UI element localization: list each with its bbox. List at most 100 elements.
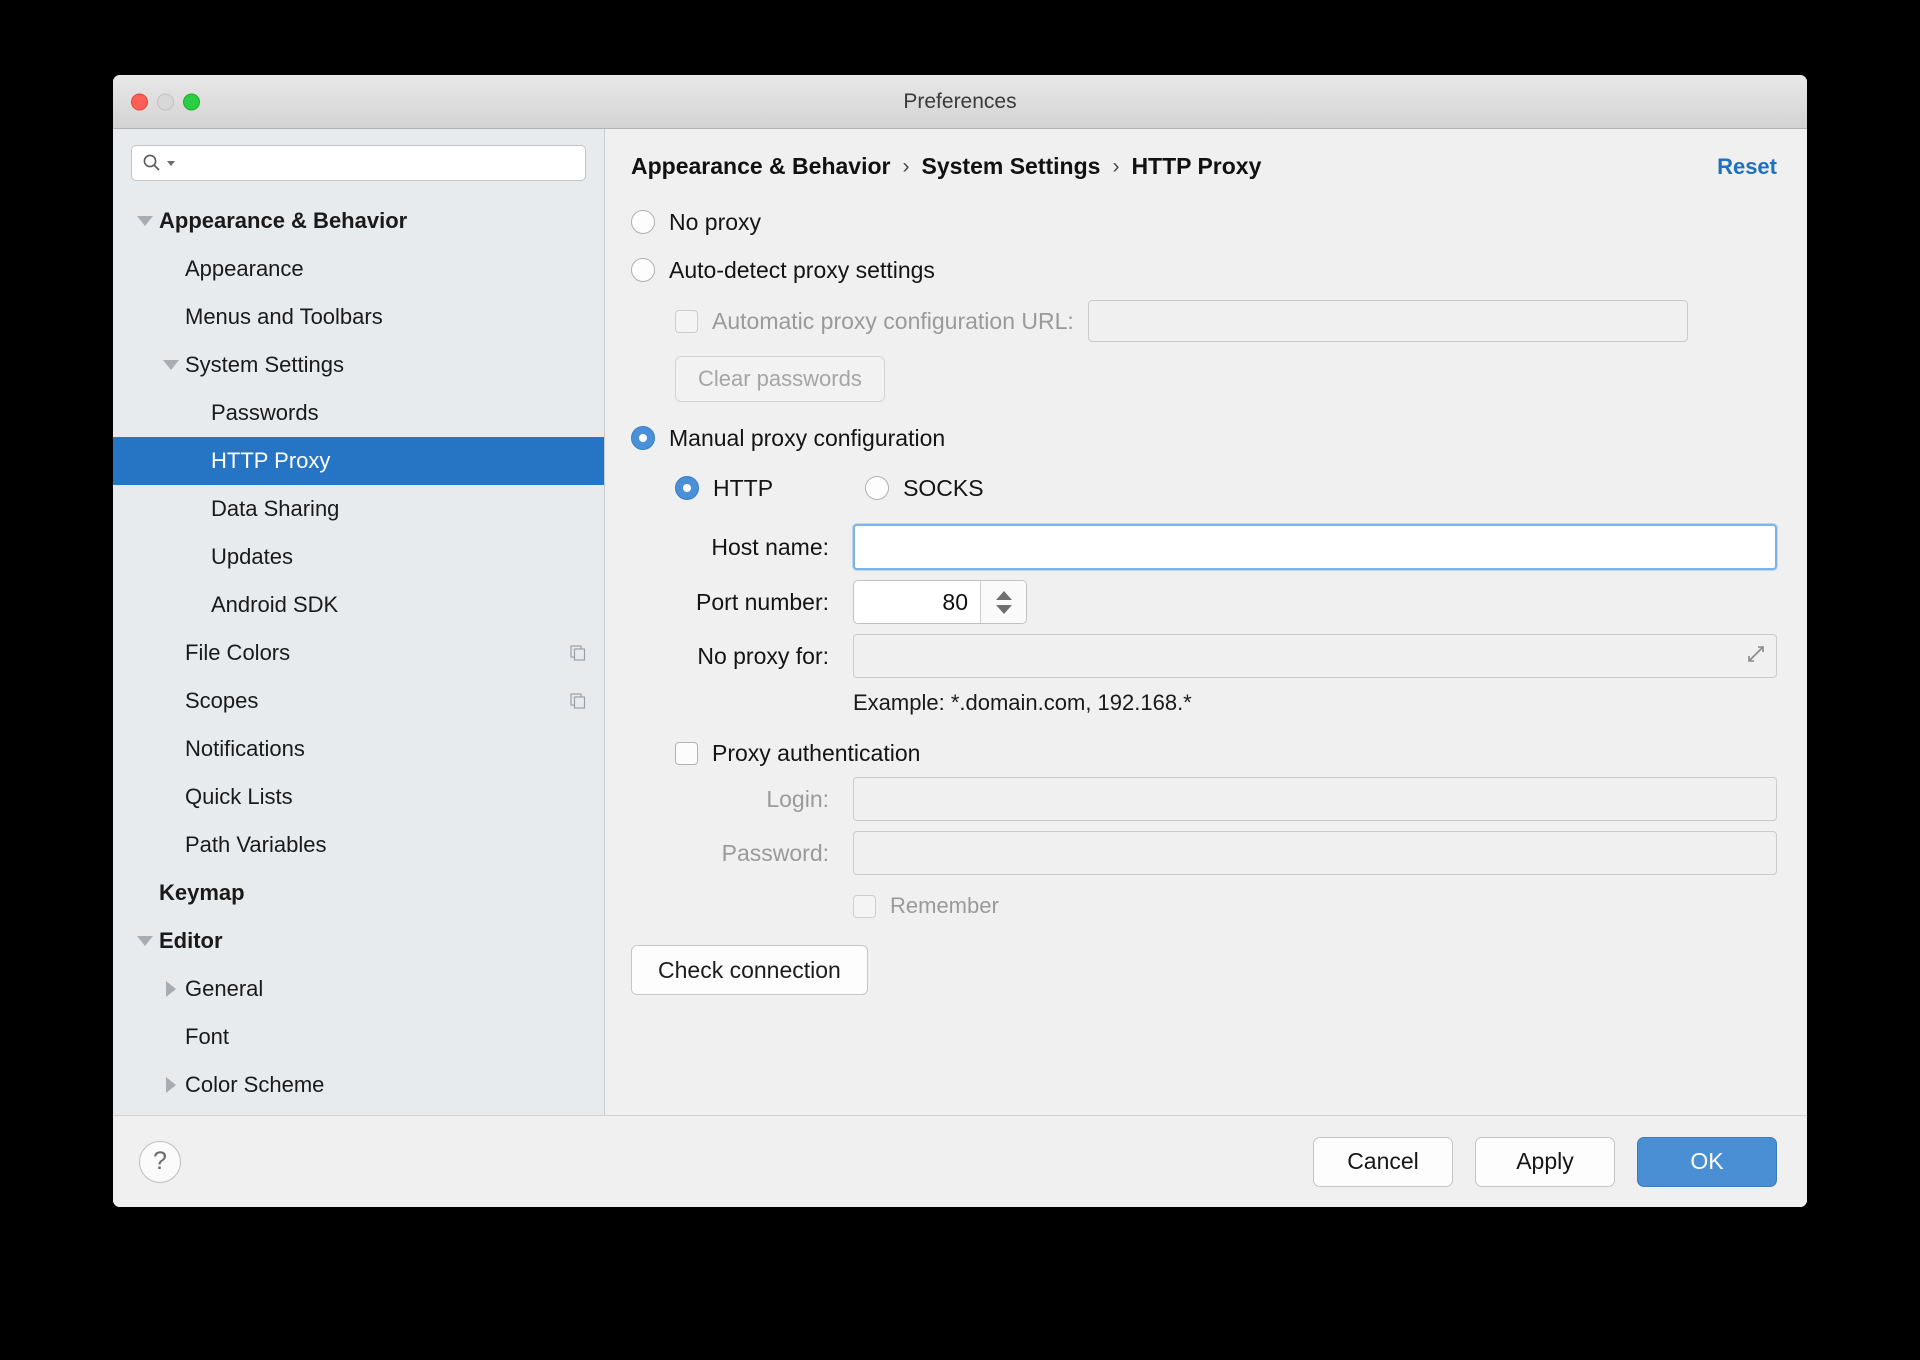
check-connection-button[interactable]: Check connection <box>631 945 868 995</box>
sidebar-item-data-sharing[interactable]: Data Sharing <box>113 485 604 533</box>
sidebar-item-path-variables[interactable]: Path Variables <box>113 821 604 869</box>
auto-detect-radio[interactable] <box>631 258 655 282</box>
chevron-right-icon[interactable] <box>157 981 185 997</box>
chevron-right-icon[interactable] <box>157 1077 185 1093</box>
auto-detect-radio-row[interactable]: Auto-detect proxy settings <box>631 246 1777 294</box>
no-proxy-label: No proxy <box>669 208 762 235</box>
chevron-down-icon[interactable] <box>131 216 159 226</box>
sidebar-item-appearance[interactable]: Appearance <box>113 245 604 293</box>
http-radio[interactable] <box>675 476 699 500</box>
ok-button[interactable]: OK <box>1637 1136 1777 1187</box>
copy-icon <box>570 645 586 661</box>
no-proxy-for-row: No proxy for: <box>631 634 1777 678</box>
port-number-label: Port number: <box>696 588 829 615</box>
sidebar-item-label: HTTP Proxy <box>211 448 331 473</box>
sidebar-item-label: File Colors <box>185 640 291 665</box>
sidebar-item-label: Editor <box>159 928 223 953</box>
sidebar-item-notifications[interactable]: Notifications <box>113 725 604 773</box>
sidebar-item-appearance-behavior[interactable]: Appearance & Behavior <box>113 197 604 245</box>
no-proxy-radio-row[interactable]: No proxy <box>631 198 1777 246</box>
manual-proxy-radio-row[interactable]: Manual proxy configuration <box>631 414 1777 462</box>
search-icon <box>142 153 162 173</box>
port-number-stepper[interactable]: 80 <box>853 580 1027 624</box>
sidebar-item-system-settings[interactable]: System Settings <box>113 341 604 389</box>
no-proxy-for-input[interactable] <box>853 634 1777 678</box>
sidebar-item-color-scheme[interactable]: Color Scheme <box>113 1061 604 1109</box>
proxy-authentication-label: Proxy authentication <box>712 740 921 766</box>
pac-url-row: Automatic proxy configuration URL: <box>675 298 1777 344</box>
sidebar-item-quick-lists[interactable]: Quick Lists <box>113 773 604 821</box>
expand-editor-icon[interactable] <box>1746 644 1766 669</box>
no-proxy-radio[interactable] <box>631 210 655 234</box>
login-input[interactable] <box>853 777 1777 821</box>
breadcrumb: Appearance & Behavior › System Settings … <box>631 153 1261 180</box>
sidebar-item-label: Android SDK <box>211 592 339 617</box>
socks-label: SOCKS <box>903 474 984 501</box>
sidebar-item-font[interactable]: Font <box>113 1013 604 1061</box>
http-radio-row[interactable]: HTTP <box>675 475 773 502</box>
breadcrumb-item-1[interactable]: System Settings <box>921 153 1100 180</box>
breadcrumb-row: Appearance & Behavior › System Settings … <box>605 129 1807 180</box>
help-button[interactable]: ? <box>139 1140 181 1183</box>
reset-link[interactable]: Reset <box>1717 154 1777 180</box>
sidebar-item-keymap[interactable]: Keymap <box>113 869 604 917</box>
chevron-down-icon[interactable] <box>157 360 185 370</box>
stepper-down-icon[interactable] <box>995 604 1012 614</box>
sidebar-item-updates[interactable]: Updates <box>113 533 604 581</box>
http-proxy-panel: Appearance & Behavior › System Settings … <box>605 129 1807 1115</box>
port-number-row: Port number: 80 <box>631 580 1777 624</box>
password-row: Password: <box>631 831 1777 875</box>
clear-passwords-button[interactable]: Clear passwords <box>675 356 885 402</box>
sidebar-item-label: System Settings <box>185 352 344 377</box>
sidebar-item-label: Quick Lists <box>185 784 293 809</box>
window-titlebar: Preferences <box>113 75 1807 129</box>
cancel-button[interactable]: Cancel <box>1313 1136 1453 1187</box>
pac-url-input[interactable] <box>1087 300 1688 342</box>
settings-tree: Appearance & Behavior Appearance Menus and… <box>113 191 604 1115</box>
stepper-up-icon[interactable] <box>995 590 1012 600</box>
password-input[interactable] <box>853 831 1777 875</box>
pac-url-checkbox[interactable] <box>675 309 698 333</box>
settings-sidebar: Appearance & Behavior Appearance Menus and… <box>113 129 605 1115</box>
host-name-input[interactable] <box>853 524 1777 570</box>
proxy-authentication-checkbox[interactable] <box>675 742 698 765</box>
sidebar-item-menus-and-toolbars[interactable]: Menus and Toolbars <box>113 293 604 341</box>
sidebar-item-general[interactable]: General <box>113 965 604 1013</box>
socks-radio[interactable] <box>865 476 890 500</box>
remember-checkbox[interactable] <box>853 894 876 918</box>
proxy-authentication-row[interactable]: Proxy authentication <box>675 740 1777 767</box>
window-title: Preferences <box>903 89 1017 113</box>
sidebar-item-android-sdk[interactable]: Android SDK <box>113 581 604 629</box>
search-input[interactable] <box>131 145 586 181</box>
no-proxy-for-label: No proxy for: <box>697 642 829 669</box>
sidebar-item-label: Passwords <box>211 400 319 425</box>
sidebar-item-label: Updates <box>211 544 293 569</box>
sidebar-item-label: Data Sharing <box>211 496 340 521</box>
apply-button[interactable]: Apply <box>1475 1136 1615 1187</box>
sidebar-item-label: Path Variables <box>185 832 327 857</box>
manual-proxy-radio[interactable] <box>631 426 655 450</box>
sidebar-item-label: Notifications <box>185 736 305 761</box>
dialog-footer: ? Cancel Apply OK <box>113 1115 1807 1207</box>
breadcrumb-item-0[interactable]: Appearance & Behavior <box>631 153 890 180</box>
sidebar-item-http-proxy[interactable]: HTTP Proxy <box>113 437 604 485</box>
port-number-value[interactable]: 80 <box>854 581 980 623</box>
login-label: Login: <box>766 785 829 812</box>
remember-row[interactable]: Remember <box>853 893 1777 919</box>
protocol-row: HTTP SOCKS <box>675 462 1777 514</box>
login-row: Login: <box>631 777 1777 821</box>
sidebar-item-editor[interactable]: Editor <box>113 917 604 965</box>
manual-proxy-label: Manual proxy configuration <box>669 424 946 451</box>
no-proxy-example-text: Example: *.domain.com, 192.168.* <box>853 690 1192 715</box>
sidebar-item-passwords[interactable]: Passwords <box>113 389 604 437</box>
sidebar-item-scopes[interactable]: Scopes <box>113 677 604 725</box>
socks-radio-row[interactable]: SOCKS <box>865 475 984 502</box>
port-stepper-buttons[interactable] <box>980 581 1026 623</box>
host-name-row: Host name: <box>631 524 1777 570</box>
sidebar-item-file-colors[interactable]: File Colors <box>113 629 604 677</box>
password-label: Password: <box>721 839 829 866</box>
remember-label: Remember <box>890 893 999 918</box>
search-dropdown-chevron-icon[interactable] <box>166 158 176 168</box>
chevron-down-icon[interactable] <box>131 936 159 946</box>
host-name-label: Host name: <box>711 533 829 560</box>
